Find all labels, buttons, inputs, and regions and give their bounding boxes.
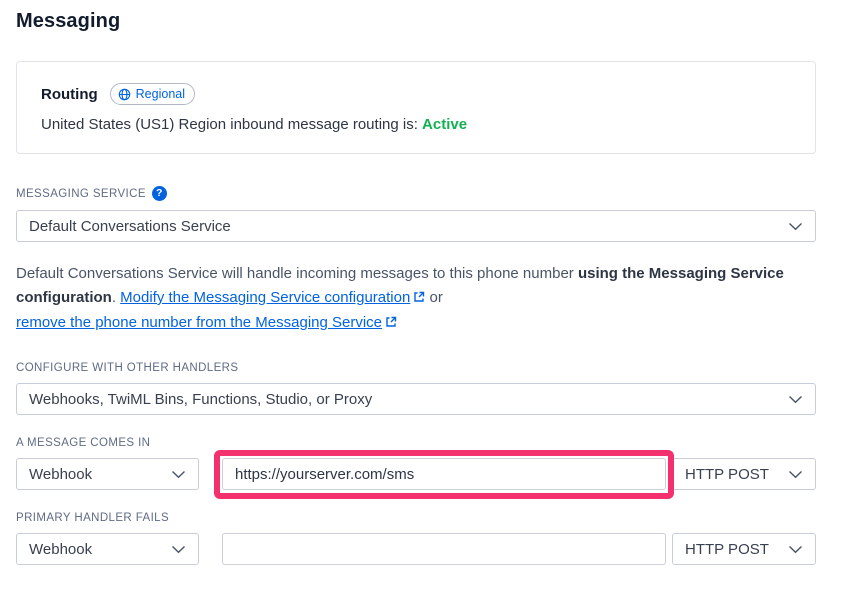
other-handlers-selected-value: Webhooks, TwiML Bins, Functions, Studio,… bbox=[29, 391, 372, 408]
primary-handler-fails-row: Webhook HTTP POST bbox=[16, 533, 816, 565]
messaging-service-selected-value: Default Conversations Service bbox=[29, 218, 231, 235]
routing-card: Routing Regional United States (US1) Reg… bbox=[16, 61, 816, 154]
chevron-down-icon bbox=[171, 470, 186, 479]
primary-handler-fails-handler-select[interactable]: Webhook bbox=[16, 533, 199, 565]
chevron-down-icon bbox=[171, 545, 186, 554]
chevron-down-icon bbox=[788, 395, 803, 404]
primary-handler-fails-url-input[interactable] bbox=[222, 533, 666, 565]
message-comes-in-row: Webhook HTTP POST bbox=[16, 458, 816, 490]
help-icon[interactable]: ? bbox=[152, 186, 167, 201]
description-text: Default Conversations Service will handl… bbox=[16, 265, 578, 282]
messaging-service-select[interactable]: Default Conversations Service bbox=[16, 210, 816, 242]
message-comes-in-method-select[interactable]: HTTP POST bbox=[672, 458, 816, 490]
other-handlers-label-row: CONFIGURE WITH OTHER HANDLERS bbox=[16, 362, 816, 374]
primary-handler-fails-url-wrap bbox=[222, 533, 666, 565]
primary-handler-fails-method-select[interactable]: HTTP POST bbox=[672, 533, 816, 565]
remove-phone-number-link[interactable]: remove the phone number from the Messagi… bbox=[16, 314, 397, 331]
routing-title: Routing bbox=[41, 86, 98, 103]
page-title: Messaging bbox=[16, 10, 816, 33]
primary-handler-fails-label: PRIMARY HANDLER FAILS bbox=[16, 512, 169, 524]
other-handlers-label: CONFIGURE WITH OTHER HANDLERS bbox=[16, 362, 238, 374]
messaging-service-description: Default Conversations Service will handl… bbox=[16, 262, 816, 336]
modify-messaging-service-link[interactable]: Modify the Messaging Service configurati… bbox=[120, 289, 425, 306]
handler-selected-value: Webhook bbox=[29, 541, 92, 558]
method-selected-value: HTTP POST bbox=[685, 541, 769, 558]
handler-selected-value: Webhook bbox=[29, 466, 92, 483]
message-comes-in-url-wrap bbox=[222, 458, 666, 490]
messaging-service-label: MESSAGING SERVICE bbox=[16, 188, 146, 200]
method-selected-value: HTTP POST bbox=[685, 466, 769, 483]
routing-status-line: United States (US1) Region inbound messa… bbox=[41, 116, 791, 133]
primary-handler-fails-label-row: PRIMARY HANDLER FAILS bbox=[16, 512, 816, 524]
external-link-icon bbox=[413, 287, 425, 311]
routing-status-text: United States (US1) Region inbound messa… bbox=[41, 116, 422, 133]
chevron-down-icon bbox=[788, 545, 803, 554]
messaging-service-label-row: MESSAGING SERVICE ? bbox=[16, 186, 816, 201]
other-handlers-select[interactable]: Webhooks, TwiML Bins, Functions, Studio,… bbox=[16, 383, 816, 415]
message-comes-in-handler-select[interactable]: Webhook bbox=[16, 458, 199, 490]
regional-badge: Regional bbox=[110, 83, 195, 105]
messaging-config-page: Messaging Routing Regional United States… bbox=[16, 0, 816, 565]
chevron-down-icon bbox=[788, 222, 803, 231]
routing-card-header: Routing Regional bbox=[41, 83, 791, 105]
message-comes-in-label: A MESSAGE COMES IN bbox=[16, 437, 150, 449]
routing-status-value: Active bbox=[422, 116, 467, 133]
regional-badge-label: Regional bbox=[136, 86, 185, 102]
message-comes-in-url-input[interactable] bbox=[222, 458, 666, 490]
message-comes-in-label-row: A MESSAGE COMES IN bbox=[16, 437, 816, 449]
globe-icon bbox=[118, 88, 131, 101]
external-link-icon bbox=[385, 312, 397, 336]
chevron-down-icon bbox=[788, 470, 803, 479]
